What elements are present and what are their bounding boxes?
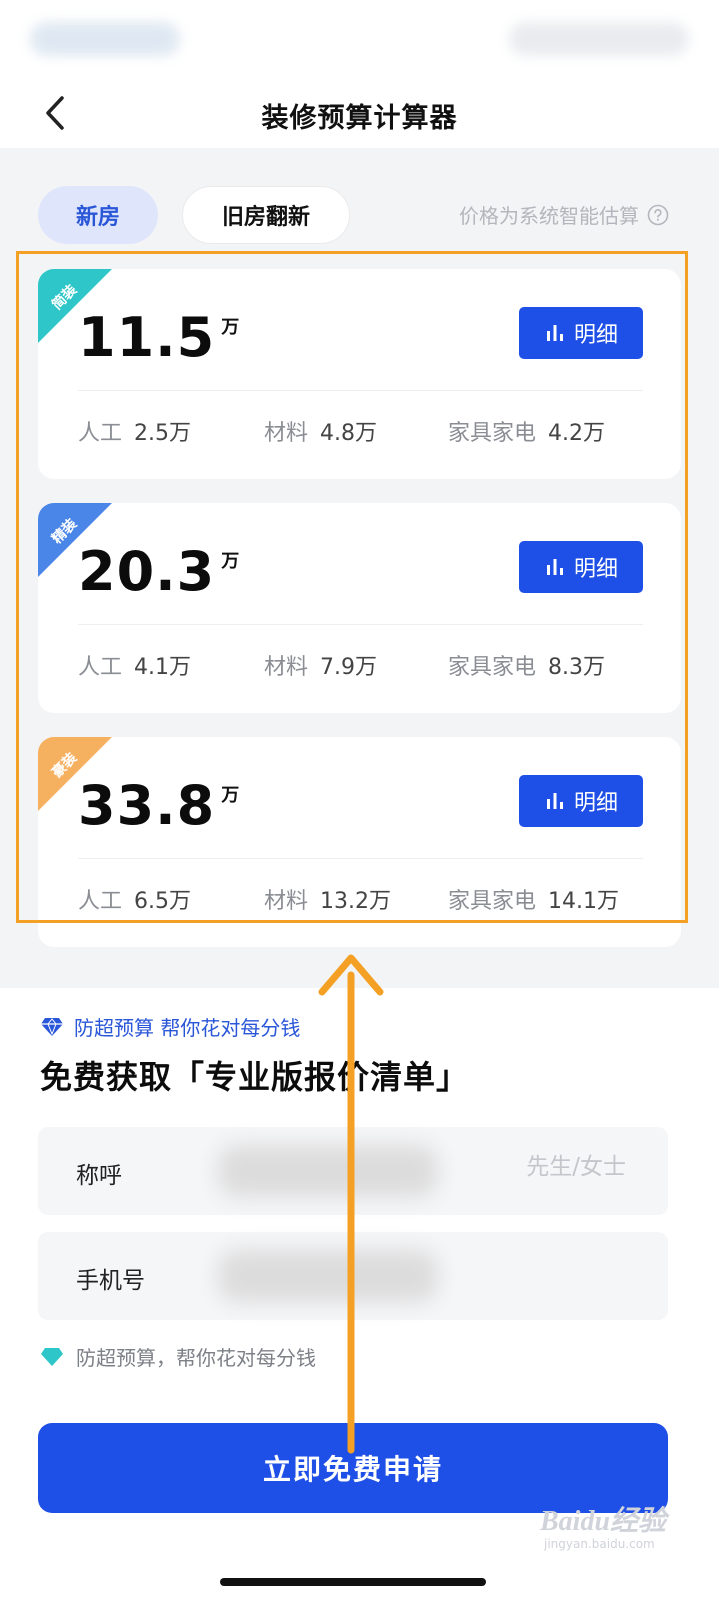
name-input[interactable] [424,1153,628,1181]
tip: 防超预算，帮你花对每分钱 [40,1342,316,1371]
divider [78,858,643,859]
labor-value: 6.5万 [134,889,192,914]
material-cost: 材料 4.8万 [264,415,377,447]
page-title: 装修预算计算器 [261,103,458,134]
home-indicator [220,1578,486,1586]
price-note: 价格为系统智能估算 [459,200,669,229]
slogan-text: 防超预算 帮你花对每分钱 [74,1016,301,1040]
bar-chart-icon [546,559,563,575]
detail-button-label: 明细 [573,323,618,348]
furniture-value: 4.2万 [548,421,606,446]
nav-bar: 装修预算计算器 [0,80,719,148]
blurred-region [218,1145,438,1197]
name-label: 称呼 [76,1163,122,1189]
diamond-icon [41,1347,63,1366]
labor-label: 人工 [78,421,123,446]
material-value: 4.8万 [320,421,378,446]
bar-chart-icon [546,793,563,809]
tab-renovation[interactable]: 旧房翻新 [182,186,350,244]
labor-cost: 人工 4.1万 [78,649,191,681]
material-value: 7.9万 [320,655,378,680]
plan-card-standard: 精装 20.3 万 明细 人工 4.1万 材料 7.9万 家具家电 8.3万 [38,503,681,713]
total-price: 11.5 万 [78,311,239,365]
detail-button-label: 明细 [573,557,618,582]
diamond-icon [41,1017,63,1036]
material-cost: 材料 7.9万 [264,649,377,681]
question-circle-icon[interactable] [647,204,669,226]
name-field[interactable]: 称呼 [38,1127,668,1215]
total-price-unit: 万 [221,551,240,572]
phone-label: 手机号 [76,1268,145,1294]
tab-new-house[interactable]: 新房 [38,186,158,244]
material-cost: 材料 13.2万 [264,883,391,915]
status-bar-time-blurred [30,22,180,56]
plan-card-basic: 简装 11.5 万 明细 人工 2.5万 材料 4.8万 家具家电 4.2万 [38,269,681,479]
baidu-watermark: Baidu经验 jingyan.baidu.com [540,1495,710,1557]
material-label: 材料 [264,889,309,914]
watermark-logo-text: Baidu经验 [540,1506,667,1537]
phone-field[interactable]: 手机号 [38,1232,668,1320]
total-price-unit: 万 [221,317,240,338]
furniture-label: 家具家电 [448,889,537,914]
status-bar [0,0,719,80]
total-price: 33.8 万 [78,779,239,833]
total-price-value: 20.3 [78,540,216,603]
watermark-url: jingyan.baidu.com [544,1537,655,1551]
blurred-region [218,1250,438,1302]
furniture-cost: 家具家电 8.3万 [448,649,605,681]
total-price-value: 11.5 [78,306,216,369]
labor-cost: 人工 6.5万 [78,883,191,915]
divider [78,624,643,625]
furniture-cost: 家具家电 4.2万 [448,415,605,447]
divider [78,390,643,391]
labor-value: 2.5万 [134,421,192,446]
price-note-text: 价格为系统智能估算 [459,204,639,228]
total-price: 20.3 万 [78,545,239,599]
plan-card-luxury: 豪装 33.8 万 明细 人工 6.5万 材料 13.2万 家具家电 14.1万 [38,737,681,947]
furniture-label: 家具家电 [448,655,537,680]
labor-cost: 人工 2.5万 [78,415,191,447]
slogan: 防超预算 帮你花对每分钱 [40,1012,300,1041]
furniture-value: 14.1万 [548,889,620,914]
status-bar-icons-blurred [509,22,689,56]
detail-button[interactable]: 明细 [519,541,643,593]
material-value: 13.2万 [320,889,392,914]
material-label: 材料 [264,421,309,446]
furniture-value: 8.3万 [548,655,606,680]
detail-button[interactable]: 明细 [519,307,643,359]
bar-chart-icon [546,325,563,341]
detail-button[interactable]: 明细 [519,775,643,827]
total-price-unit: 万 [221,785,240,806]
furniture-label: 家具家电 [448,421,537,446]
phone-input[interactable] [424,1258,628,1286]
labor-label: 人工 [78,889,123,914]
detail-button-label: 明细 [573,791,618,816]
furniture-cost: 家具家电 14.1万 [448,883,619,915]
tip-text: 防超预算，帮你花对每分钱 [76,1346,316,1370]
form-headline: 免费获取「专业版报价清单」 [40,1058,470,1096]
labor-value: 4.1万 [134,655,192,680]
labor-label: 人工 [78,655,123,680]
material-label: 材料 [264,655,309,680]
quote-section: 新房 旧房翻新 价格为系统智能估算 简装 11.5 万 明细 人工 2.5万 材料… [0,148,719,988]
total-price-value: 33.8 [78,774,216,837]
